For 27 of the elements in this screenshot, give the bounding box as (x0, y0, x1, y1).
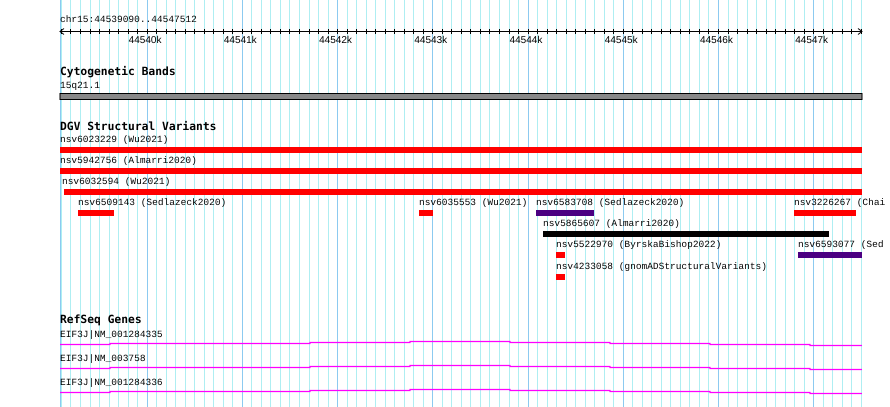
variant-label: nsv6593077 (Sed (798, 239, 884, 250)
tick-label: 44546k (700, 35, 733, 46)
variant-label: nsv5522970 (ByrskaBishop2022) (556, 239, 722, 250)
variant-label: nsv6032594 (Wu2021) (62, 176, 170, 187)
band-label: 15q21.1 (60, 80, 100, 91)
track-title: Cytogenetic Bands (60, 66, 176, 77)
tick-label: 44545k (604, 35, 638, 46)
tick-label: 44540k (128, 35, 162, 46)
variant-label: nsv6023229 (Wu2021) (60, 134, 168, 145)
variant-label: nsv6035553 (Wu2021) (419, 197, 528, 208)
position-label: chr15:44539090..44547512 (60, 14, 197, 25)
tick-label: 44543k (414, 35, 448, 46)
tick-label: 44544k (510, 35, 542, 46)
variant-label: nsv6509143 (Sedlazeck2020) (78, 197, 226, 208)
tick-label: 44541k (224, 35, 257, 46)
variant-label: nsv4233058 (gnomADStructuralVariants) (556, 261, 767, 272)
variant-label: nsv5942756 (Almarri2020) (60, 155, 197, 166)
track-title: DGV Structural Variants (60, 121, 216, 132)
tick-label: 44542k (319, 35, 352, 46)
gene-label: EIF3J|NM_001284335 (60, 329, 163, 340)
gene-label: EIF3J|NM_003758 (60, 353, 146, 364)
variant-label: nsv6583708 (Sedlazeck2020) (536, 197, 684, 208)
variant-label: nsv3226267 (Chai (794, 197, 886, 208)
track-title: RefSeq Genes (60, 314, 142, 325)
variant-label: nsv5865607 (Almarri2020) (543, 218, 680, 229)
gene-label: EIF3J|NM_001284336 (60, 377, 163, 388)
tick-label: 44547k (795, 35, 828, 46)
